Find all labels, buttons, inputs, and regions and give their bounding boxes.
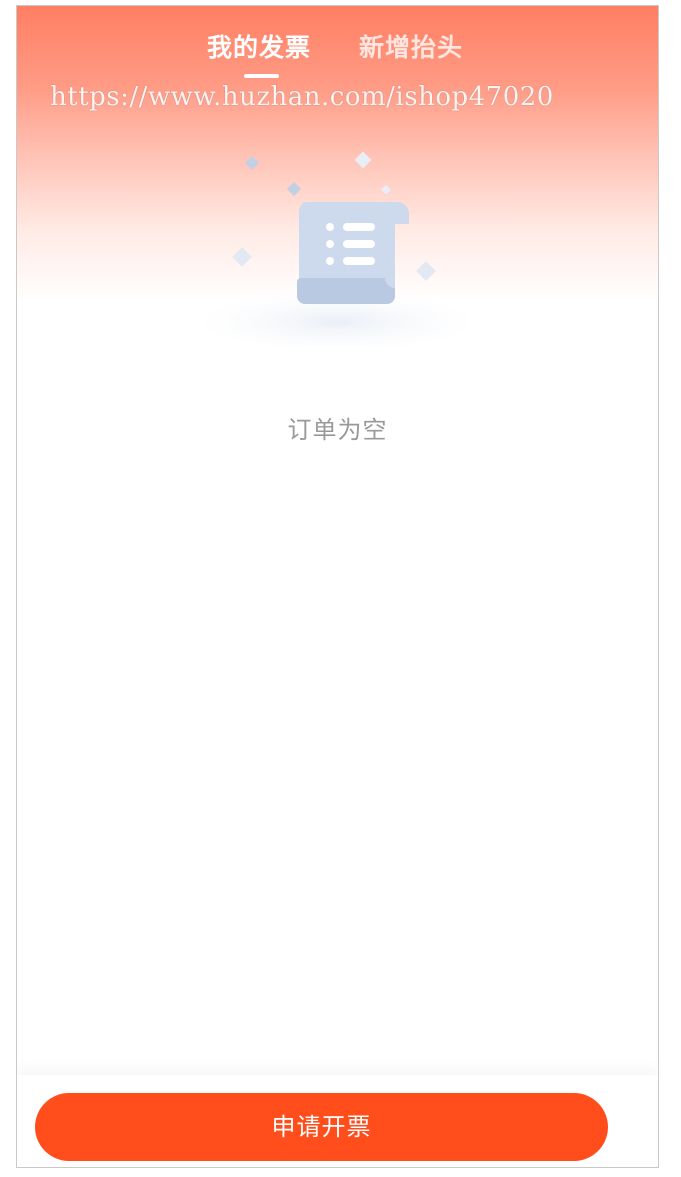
tab-add-header[interactable]: 新增抬头	[359, 28, 463, 64]
tab-bar: 我的发票 新增抬头	[17, 28, 658, 88]
empty-state-message: 订单为空	[287, 416, 388, 444]
empty-invoice-scroll-icon	[197, 151, 477, 346]
phone-frame: 我的发票 新增抬头 https://www.huzhan.com/ishop47…	[16, 5, 659, 1168]
tab-my-invoices[interactable]: 我的发票	[207, 28, 311, 64]
apply-invoice-button[interactable]: 申请开票	[35, 1093, 608, 1161]
watermark-text: https://www.huzhan.com/ishop47020	[50, 82, 554, 112]
active-tab-indicator	[244, 74, 279, 78]
